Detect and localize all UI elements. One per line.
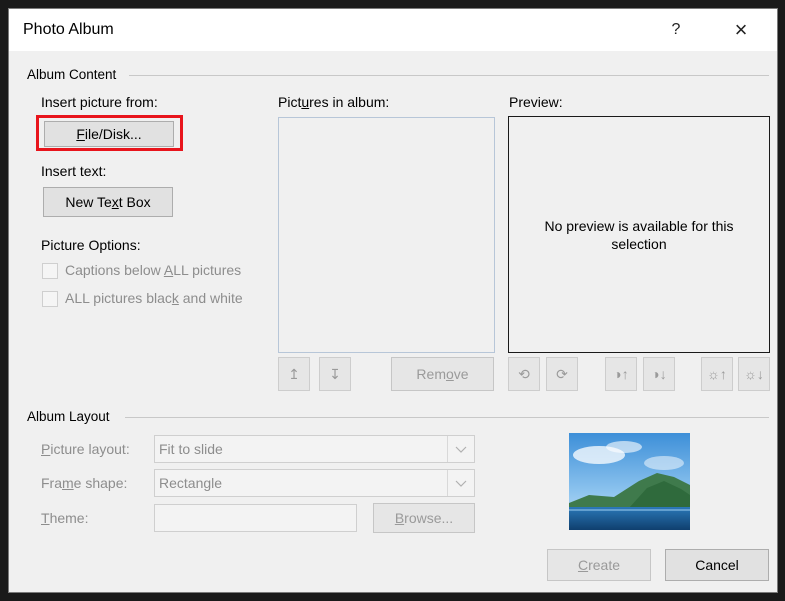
album-layout-group-label: Album Layout bbox=[27, 409, 110, 424]
picture-layout-value: Fit to slide bbox=[159, 441, 223, 457]
no-preview-text: No preview is available for this selecti… bbox=[544, 218, 734, 252]
close-button[interactable]: × bbox=[724, 15, 758, 45]
chevron-down-icon bbox=[447, 470, 474, 496]
frame-shape-label: Frame shape: bbox=[41, 475, 128, 491]
move-down-icon: ↧ bbox=[329, 366, 341, 382]
help-button[interactable]: ? bbox=[659, 15, 693, 45]
picture-layout-select[interactable]: Fit to slide bbox=[154, 435, 475, 463]
brightness-up-icon: ☼↑ bbox=[707, 366, 727, 382]
insert-picture-from-label: Insert picture from: bbox=[41, 94, 158, 110]
brightness-down-icon: ☼↓ bbox=[744, 366, 764, 382]
browse-button[interactable]: Browse... bbox=[373, 503, 475, 533]
rotate-left-icon: ⟲ bbox=[518, 366, 530, 382]
highlight-box bbox=[36, 115, 183, 151]
rotate-right-button[interactable]: ⟳ bbox=[546, 357, 578, 391]
frame-shape-select[interactable]: Rectangle bbox=[154, 469, 475, 497]
remove-button[interactable]: Remove bbox=[391, 357, 494, 391]
album-content-group-label: Album Content bbox=[27, 67, 117, 82]
theme-label: Theme: bbox=[41, 510, 89, 526]
move-down-button[interactable]: ↧ bbox=[319, 357, 351, 391]
contrast-up-button[interactable]: ◑↑ bbox=[605, 357, 637, 391]
new-text-box-button-label: New Text Box bbox=[65, 194, 151, 210]
contrast-down-button[interactable]: ◑↓ bbox=[643, 357, 675, 391]
pictures-in-album-list[interactable] bbox=[278, 117, 495, 353]
preview-label: Preview: bbox=[509, 94, 563, 110]
photo-album-dialog: Photo Album ? × Album Content Insert pic… bbox=[8, 8, 778, 593]
rotate-right-icon: ⟳ bbox=[556, 366, 568, 382]
move-up-button[interactable]: ↥ bbox=[278, 357, 310, 391]
black-white-checkbox[interactable] bbox=[42, 291, 58, 307]
layout-preview-image bbox=[569, 433, 690, 530]
contrast-down-icon: ◑↓ bbox=[651, 366, 667, 382]
brightness-down-button[interactable]: ☼↓ bbox=[738, 357, 770, 391]
rotate-left-button[interactable]: ⟲ bbox=[508, 357, 540, 391]
create-button[interactable]: Create bbox=[547, 549, 651, 581]
black-white-checkbox-label: ALL pictures black and white bbox=[65, 290, 243, 306]
pictures-in-album-label: Pictures in album: bbox=[278, 94, 390, 110]
move-up-icon: ↥ bbox=[288, 366, 300, 382]
picture-layout-label: Picture layout: bbox=[41, 441, 130, 457]
picture-options-label: Picture Options: bbox=[41, 237, 141, 253]
captions-checkbox[interactable] bbox=[42, 263, 58, 279]
title-bar: Photo Album ? × bbox=[9, 9, 777, 51]
browse-button-label: Browse... bbox=[394, 510, 454, 526]
brightness-up-button[interactable]: ☼↑ bbox=[701, 357, 733, 391]
dialog-title: Photo Album bbox=[23, 21, 114, 38]
captions-checkbox-label: Captions below ALL pictures bbox=[65, 262, 242, 278]
theme-input[interactable] bbox=[154, 504, 357, 532]
contrast-up-icon: ◑↑ bbox=[613, 366, 629, 382]
create-button-label: Create bbox=[577, 557, 621, 573]
frame-shape-value: Rectangle bbox=[159, 475, 223, 491]
preview-pane: No preview is available for this selecti… bbox=[508, 116, 770, 353]
remove-button-label: Remove bbox=[416, 366, 469, 382]
cancel-button[interactable]: Cancel bbox=[665, 549, 769, 581]
album-content-divider bbox=[129, 75, 769, 76]
chevron-down-icon bbox=[447, 436, 474, 462]
album-layout-divider bbox=[125, 417, 769, 418]
new-text-box-button[interactable]: New Text Box bbox=[43, 187, 173, 217]
insert-text-label: Insert text: bbox=[41, 163, 107, 179]
